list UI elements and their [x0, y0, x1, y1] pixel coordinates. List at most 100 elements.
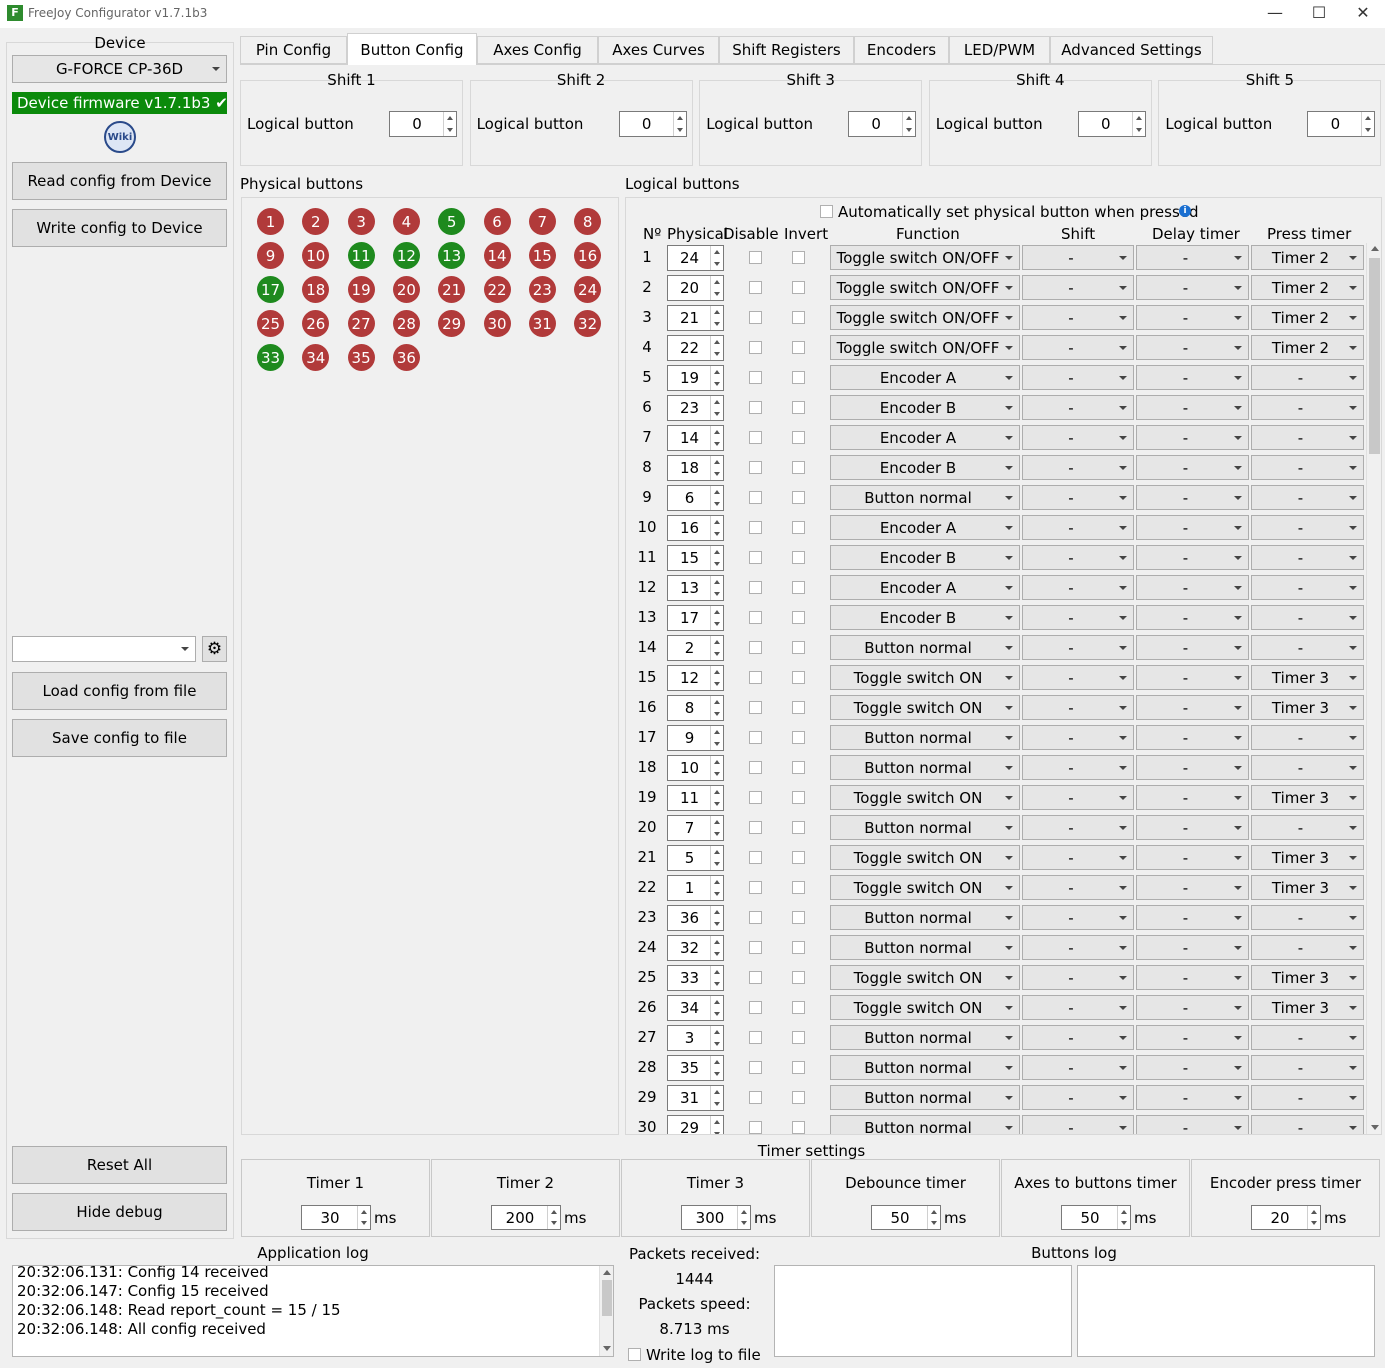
- press-timer-select[interactable]: -: [1251, 365, 1364, 390]
- invert-checkbox[interactable]: [792, 461, 805, 474]
- function-select[interactable]: Button normal: [830, 815, 1020, 840]
- disable-checkbox[interactable]: [749, 941, 762, 954]
- function-select[interactable]: Button normal: [830, 1025, 1020, 1050]
- delay-timer-select[interactable]: -: [1136, 635, 1249, 660]
- buttons-log-physical[interactable]: [774, 1265, 1072, 1357]
- function-select[interactable]: Toggle switch ON/OFF: [830, 335, 1020, 360]
- physical-button-spinner-stepper-icon[interactable]: [710, 846, 723, 870]
- minimize-icon[interactable]: —: [1253, 2, 1297, 26]
- physical-button-spinner-stepper-icon[interactable]: [710, 1116, 723, 1134]
- write-log-checkbox[interactable]: [628, 1348, 641, 1361]
- invert-checkbox[interactable]: [792, 581, 805, 594]
- function-select[interactable]: Encoder B: [830, 545, 1020, 570]
- timer-spinner-stepper-icon[interactable]: [357, 1206, 370, 1229]
- shift-select[interactable]: -: [1022, 575, 1134, 600]
- press-timer-select[interactable]: -: [1251, 1025, 1364, 1050]
- function-select[interactable]: Encoder B: [830, 605, 1020, 630]
- delay-timer-select[interactable]: -: [1136, 965, 1249, 990]
- scroll-thumb[interactable]: [1369, 258, 1380, 454]
- disable-checkbox[interactable]: [749, 821, 762, 834]
- invert-checkbox[interactable]: [792, 611, 805, 624]
- physical-button-spinner[interactable]: 33: [667, 965, 724, 991]
- physical-button-spinner[interactable]: 32: [667, 935, 724, 961]
- function-select[interactable]: Toggle switch ON: [830, 785, 1020, 810]
- invert-checkbox[interactable]: [792, 941, 805, 954]
- function-select[interactable]: Button normal: [830, 905, 1020, 930]
- shift-logical-spinner-4-stepper-icon[interactable]: [1131, 112, 1145, 136]
- physical-button-spinner[interactable]: 36: [667, 905, 724, 931]
- function-select[interactable]: Button normal: [830, 635, 1020, 660]
- press-timer-select[interactable]: -: [1251, 485, 1364, 510]
- scroll-down-icon[interactable]: [603, 1346, 611, 1351]
- delay-timer-select[interactable]: -: [1136, 1085, 1249, 1110]
- invert-checkbox[interactable]: [792, 1121, 805, 1134]
- reset-all-button[interactable]: Reset All: [12, 1146, 227, 1184]
- physical-button-spinner-stepper-icon[interactable]: [710, 1056, 723, 1080]
- timer-spinner-stepper-icon[interactable]: [547, 1206, 560, 1229]
- write-config-button[interactable]: Write config to Device: [12, 209, 227, 247]
- delay-timer-select[interactable]: -: [1136, 425, 1249, 450]
- invert-checkbox[interactable]: [792, 401, 805, 414]
- disable-checkbox[interactable]: [749, 731, 762, 744]
- tab-axes-curves[interactable]: Axes Curves: [598, 36, 719, 64]
- physical-button-spinner-stepper-icon[interactable]: [710, 606, 723, 630]
- press-timer-select[interactable]: -: [1251, 755, 1364, 780]
- timer-spinner-stepper-icon[interactable]: [737, 1206, 750, 1229]
- press-timer-select[interactable]: -: [1251, 455, 1364, 480]
- physical-button-spinner[interactable]: 10: [667, 755, 724, 781]
- invert-checkbox[interactable]: [792, 701, 805, 714]
- read-config-button[interactable]: Read config from Device: [12, 162, 227, 200]
- physical-button-spinner[interactable]: 16: [667, 515, 724, 541]
- invert-checkbox[interactable]: [792, 821, 805, 834]
- delay-timer-select[interactable]: -: [1136, 335, 1249, 360]
- physical-button-spinner[interactable]: 17: [667, 605, 724, 631]
- delay-timer-select[interactable]: -: [1136, 305, 1249, 330]
- delay-timer-select[interactable]: -: [1136, 995, 1249, 1020]
- shift-select[interactable]: -: [1022, 725, 1134, 750]
- press-timer-select[interactable]: Timer 3: [1251, 845, 1364, 870]
- tab-encoders[interactable]: Encoders: [854, 36, 949, 64]
- auto-set-checkbox[interactable]: [820, 205, 833, 218]
- physical-button-spinner-stepper-icon[interactable]: [710, 816, 723, 840]
- invert-checkbox[interactable]: [792, 911, 805, 924]
- invert-checkbox[interactable]: [792, 1091, 805, 1104]
- invert-checkbox[interactable]: [792, 761, 805, 774]
- shift-select[interactable]: -: [1022, 545, 1134, 570]
- invert-checkbox[interactable]: [792, 971, 805, 984]
- shift-select[interactable]: -: [1022, 755, 1134, 780]
- scroll-thumb[interactable]: [602, 1280, 612, 1316]
- function-select[interactable]: Toggle switch ON: [830, 845, 1020, 870]
- delay-timer-select[interactable]: -: [1136, 275, 1249, 300]
- tab-axes-config[interactable]: Axes Config: [477, 36, 598, 64]
- shift-select[interactable]: -: [1022, 365, 1134, 390]
- delay-timer-select[interactable]: -: [1136, 935, 1249, 960]
- disable-checkbox[interactable]: [749, 371, 762, 384]
- disable-checkbox[interactable]: [749, 341, 762, 354]
- tab-shift-registers[interactable]: Shift Registers: [719, 36, 854, 64]
- physical-button-spinner-stepper-icon[interactable]: [710, 786, 723, 810]
- tab-led-pwm[interactable]: LED/PWM: [949, 36, 1050, 64]
- function-select[interactable]: Toggle switch ON/OFF: [830, 245, 1020, 270]
- invert-checkbox[interactable]: [792, 1061, 805, 1074]
- press-timer-select[interactable]: Timer 2: [1251, 305, 1364, 330]
- shift-logical-spinner-2[interactable]: 0: [618, 111, 687, 137]
- invert-checkbox[interactable]: [792, 1031, 805, 1044]
- delay-timer-select[interactable]: -: [1136, 755, 1249, 780]
- disable-checkbox[interactable]: [749, 401, 762, 414]
- tab-pin-config[interactable]: Pin Config: [240, 36, 347, 64]
- function-select[interactable]: Toggle switch ON: [830, 965, 1020, 990]
- function-select[interactable]: Button normal: [830, 725, 1020, 750]
- delay-timer-select[interactable]: -: [1136, 605, 1249, 630]
- shift-select[interactable]: -: [1022, 1025, 1134, 1050]
- delay-timer-select[interactable]: -: [1136, 815, 1249, 840]
- invert-checkbox[interactable]: [792, 521, 805, 534]
- function-select[interactable]: Encoder A: [830, 365, 1020, 390]
- physical-button-spinner[interactable]: 19: [667, 365, 724, 391]
- physical-button-spinner[interactable]: 1: [667, 875, 724, 901]
- logical-scrollbar[interactable]: [1366, 243, 1381, 1134]
- delay-timer-select[interactable]: -: [1136, 365, 1249, 390]
- physical-button-spinner-stepper-icon[interactable]: [710, 486, 723, 510]
- physical-button-spinner-stepper-icon[interactable]: [710, 966, 723, 990]
- press-timer-select[interactable]: -: [1251, 575, 1364, 600]
- function-select[interactable]: Button normal: [830, 935, 1020, 960]
